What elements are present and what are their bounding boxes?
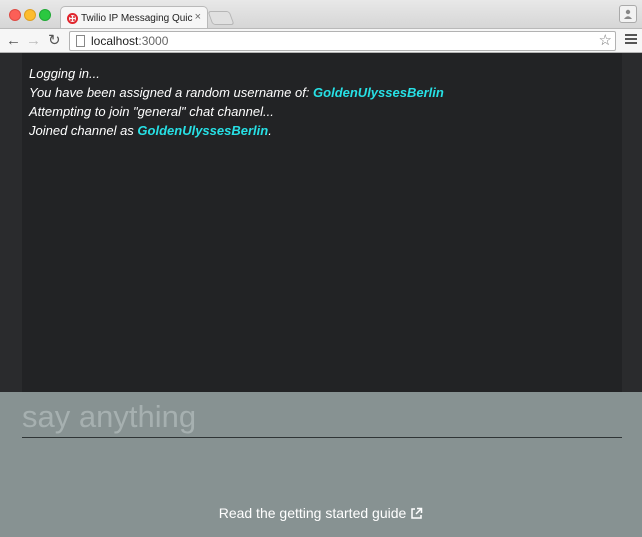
message-suffix: . xyxy=(268,123,272,138)
page-icon xyxy=(76,35,85,47)
external-link-icon xyxy=(411,507,423,519)
browser-menu-icon[interactable] xyxy=(625,34,637,46)
message-list: Logging in... You have been assigned a r… xyxy=(22,53,622,392)
message-line: Logging in... xyxy=(29,64,622,83)
url-port: :3000 xyxy=(138,34,169,48)
window-close-icon[interactable] xyxy=(9,9,21,21)
getting-started-link[interactable]: Read the getting started guide xyxy=(0,505,642,521)
chat-message-input[interactable] xyxy=(22,400,622,438)
message-text: Logging in... xyxy=(29,66,100,81)
message-text: Joined channel as xyxy=(29,123,138,138)
tab-close-icon[interactable]: × xyxy=(195,11,201,23)
profile-button[interactable] xyxy=(619,5,637,23)
chat-area: Logging in... You have been assigned a r… xyxy=(0,53,642,392)
window-minimize-icon[interactable] xyxy=(24,9,36,21)
back-arrow-icon[interactable]: ← xyxy=(6,32,21,49)
message-text: You have been assigned a random username… xyxy=(29,85,314,100)
username: GoldenUlyssesBerlin xyxy=(313,85,444,100)
profile-icon xyxy=(624,9,632,19)
message-line: Attempting to join "general" chat channe… xyxy=(29,102,622,121)
bookmark-star-icon[interactable]: ☆ xyxy=(599,32,612,50)
window-maximize-icon[interactable] xyxy=(39,9,51,21)
address-bar[interactable]: localhost:3000 ☆ xyxy=(69,31,616,51)
input-area: Read the getting started guide xyxy=(0,392,642,537)
tab-title: Twilio IP Messaging Quick xyxy=(81,12,193,24)
twilio-favicon-icon xyxy=(67,12,78,24)
browser-titlebar: Twilio IP Messaging Quick × xyxy=(0,0,642,29)
message-line: Joined channel as GoldenUlyssesBerlin. xyxy=(29,121,622,140)
username: GoldenUlyssesBerlin xyxy=(137,123,269,138)
reload-icon[interactable]: ↻ xyxy=(48,32,61,49)
browser-tab[interactable]: Twilio IP Messaging Quick × xyxy=(60,6,208,29)
message-text: Attempting to join "general" chat channe… xyxy=(29,104,274,119)
guide-link-label: Read the getting started guide xyxy=(218,505,407,521)
browser-toolbar: ← → ↻ localhost:3000 ☆ xyxy=(0,28,642,53)
forward-arrow-icon[interactable]: → xyxy=(26,32,41,49)
url-host: localhost xyxy=(91,34,139,48)
new-tab-button[interactable] xyxy=(207,11,235,25)
message-line: You have been assigned a random username… xyxy=(29,83,622,102)
